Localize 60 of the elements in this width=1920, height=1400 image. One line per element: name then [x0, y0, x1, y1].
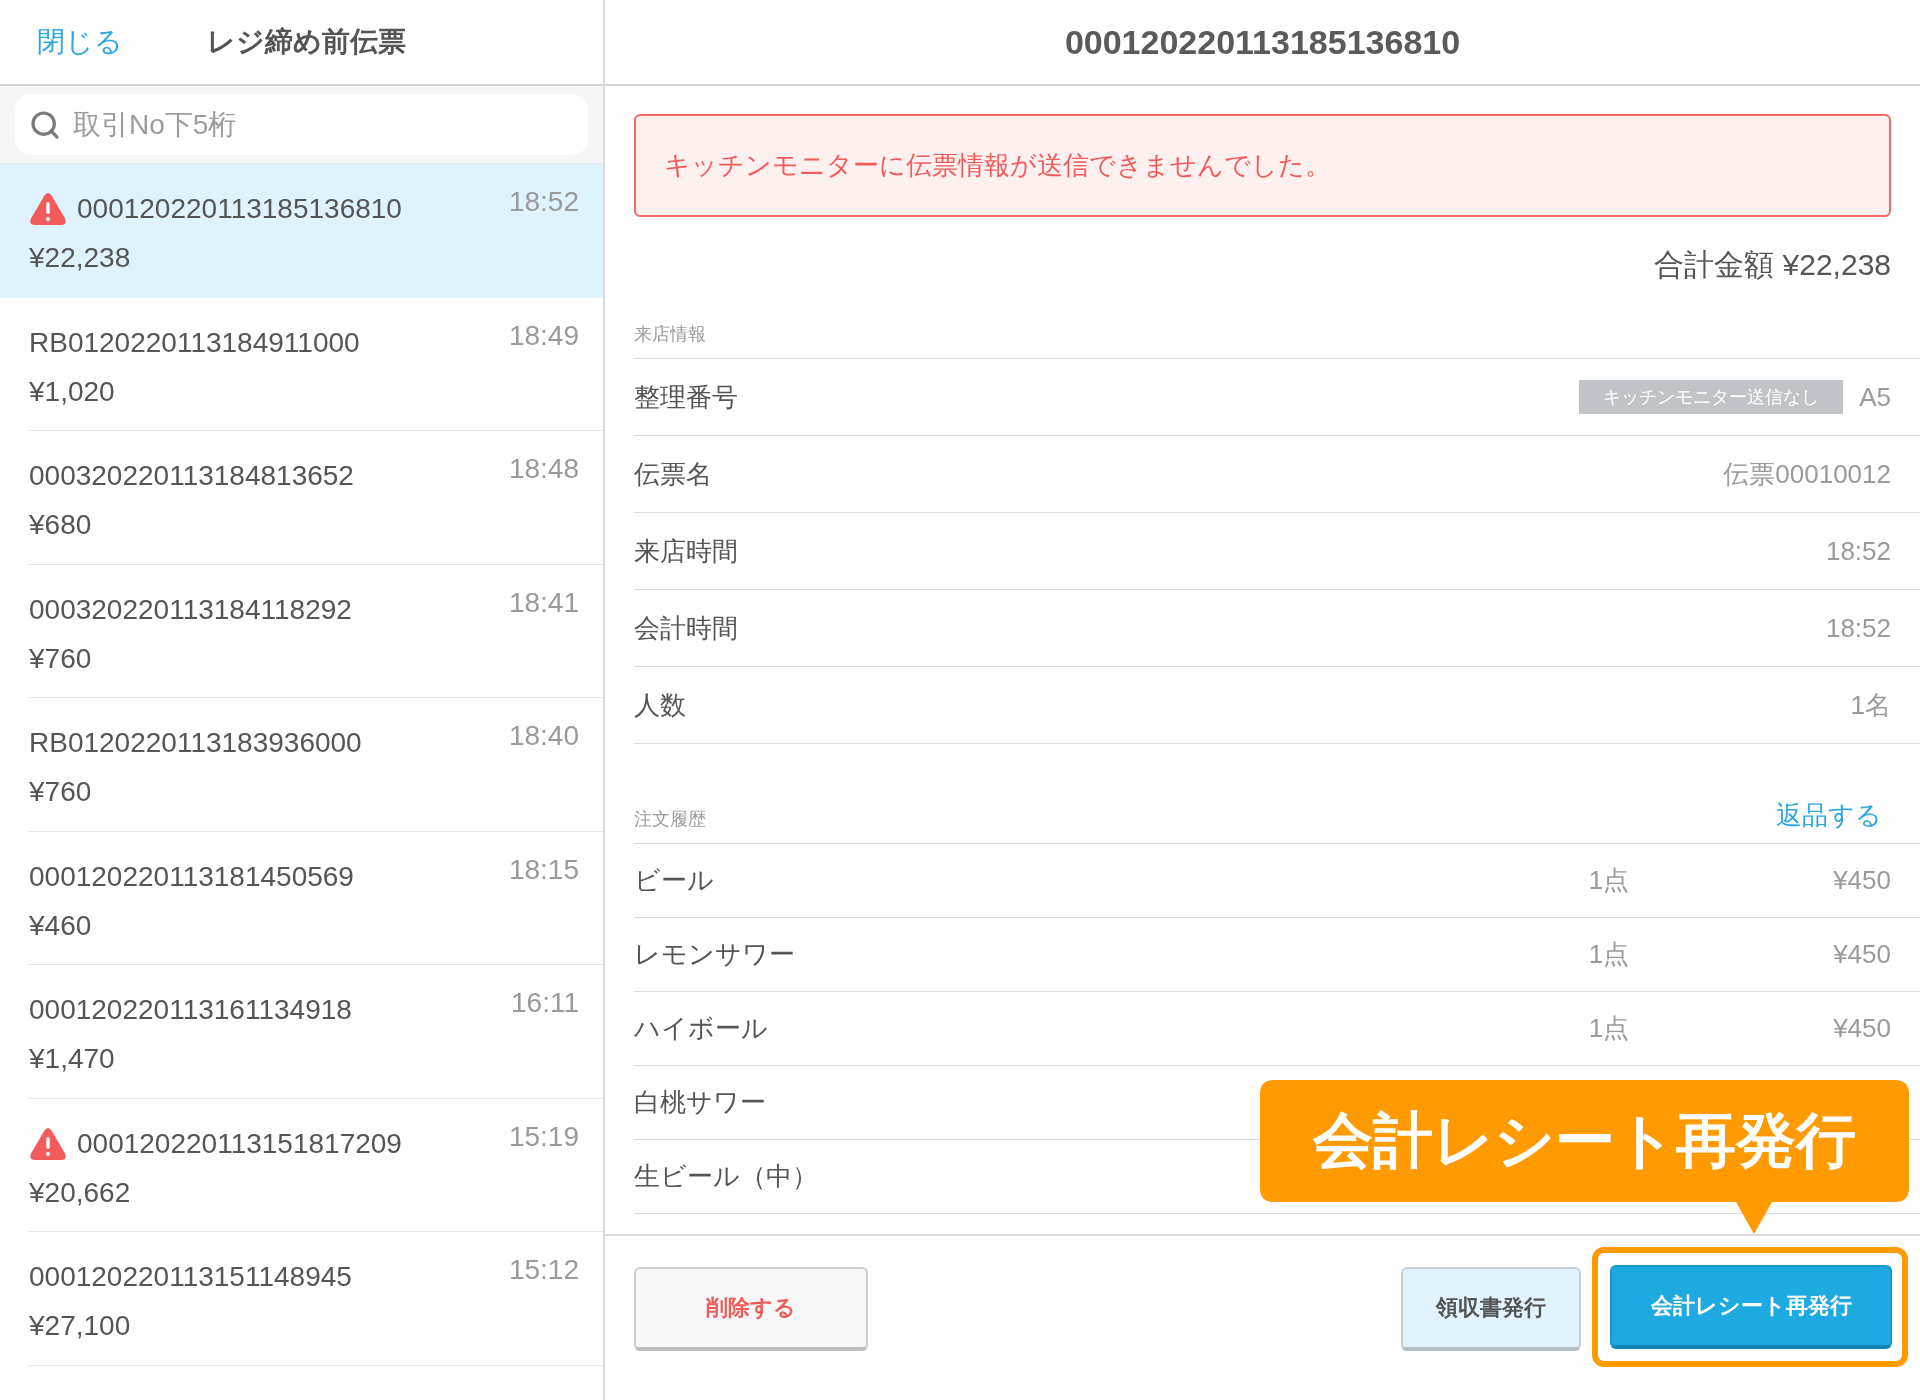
section-title: 注文履歴: [634, 808, 706, 831]
transaction-amount: ¥760: [29, 776, 92, 808]
transaction-number: 000120220113181450569: [29, 860, 354, 893]
transaction-time: 18:40: [508, 720, 579, 752]
item-price: ¥450: [1833, 939, 1891, 970]
transaction-time: 18:41: [508, 586, 579, 619]
search-field[interactable]: 取引No下5桁: [15, 94, 588, 155]
transaction-number: 000120220113151817209: [77, 1127, 402, 1160]
transaction-time: 18:48: [508, 453, 579, 485]
item-quantity: 1点: [1588, 864, 1630, 897]
transaction-row[interactable]: 000120220113185136810 18:52 ¥22,238: [0, 164, 603, 298]
item-price: ¥450: [1833, 865, 1891, 896]
info-value: A5: [1859, 381, 1891, 413]
transaction-time: 18:15: [508, 853, 579, 886]
transaction-number: 000320220113184118292: [29, 593, 352, 626]
info-value: 1名: [1850, 688, 1891, 722]
item-name: ハイボール: [634, 1012, 768, 1045]
error-banner: キッチンモニターに伝票情報が送信できませんでした。: [634, 114, 1891, 217]
transaction-number: RB0120220113184911000: [29, 326, 360, 359]
transaction-time: 18:49: [508, 319, 579, 352]
detail-title: 000120220113185136810: [1064, 22, 1461, 62]
search-icon: [29, 109, 61, 141]
transaction-amount: ¥22,238: [29, 242, 131, 274]
list-title: レジ締め前伝票: [207, 25, 406, 59]
transaction-amount: ¥20,662: [29, 1176, 131, 1209]
receipt-button[interactable]: 領収書発行: [1401, 1267, 1581, 1351]
transaction-number: 000120220113151148945: [29, 1261, 352, 1293]
item-quantity: 1点: [1588, 938, 1630, 971]
info-label: 人数: [634, 688, 686, 722]
transaction-amount: ¥1,020: [29, 375, 115, 408]
info-label: 伝票名: [634, 457, 712, 491]
section-title: 来店情報: [634, 323, 706, 346]
callout-bubble: 会計レシート再発行: [1260, 1080, 1909, 1234]
transaction-number: RB0120220113183936000: [29, 727, 362, 759]
transaction-amount: ¥460: [29, 909, 92, 942]
item-name: ビール: [634, 864, 714, 897]
transaction-time: 16:11: [511, 987, 579, 1019]
total-amount: 合計金額 ¥22,238: [1654, 247, 1891, 283]
transaction-number: 000320220113184813652: [29, 460, 354, 492]
info-value: 18:52: [1825, 535, 1891, 567]
info-value: 18:52: [1825, 612, 1891, 644]
transaction-amount: ¥760: [29, 642, 92, 675]
info-label: 来店時間: [634, 534, 738, 568]
item-price: ¥450: [1833, 1013, 1891, 1044]
item-name: 生ビール（中）: [634, 1160, 818, 1193]
transaction-time: 15:19: [508, 1120, 579, 1153]
info-label: 整理番号: [634, 380, 738, 414]
transaction-number: 000120220113161134918: [29, 994, 352, 1026]
transaction-amount: ¥680: [29, 509, 92, 541]
transaction-amount: ¥27,100: [29, 1310, 131, 1342]
transaction-amount: ¥1,470: [29, 1043, 115, 1075]
item-name: 白桃サワー: [634, 1086, 766, 1119]
info-value: 伝票00010012: [1723, 457, 1891, 491]
item-quantity: 1点: [1588, 1012, 1630, 1045]
transaction-number: 000120220113185136810: [77, 193, 402, 225]
status-tag: キッチンモニター送信なし: [1579, 380, 1844, 414]
info-label: 会計時間: [634, 611, 738, 645]
transaction-time: 18:52: [508, 186, 579, 218]
transaction-time: 15:12: [508, 1254, 579, 1286]
item-name: レモンサワー: [634, 938, 795, 971]
